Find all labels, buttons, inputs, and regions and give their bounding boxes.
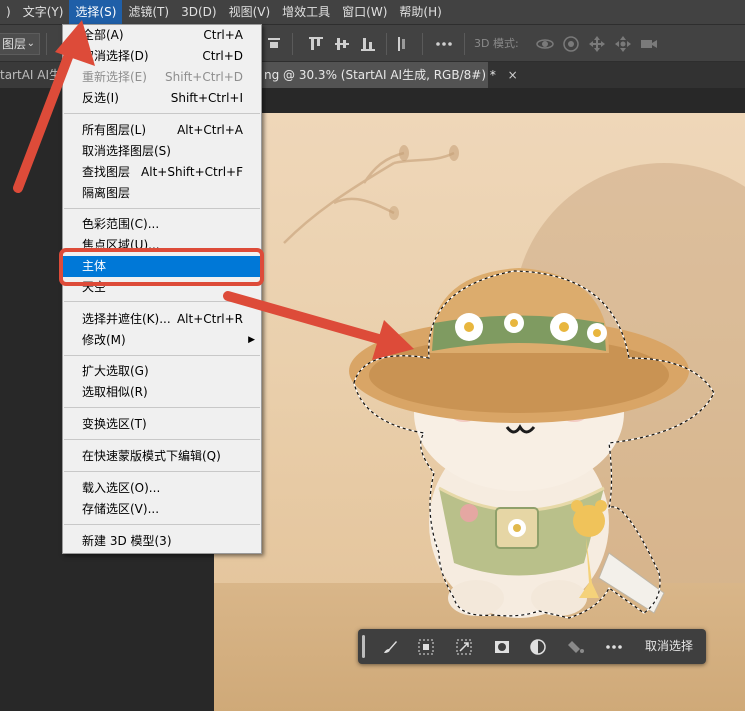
menu-option-isolate-layers[interactable]: 隔离图层 — [63, 183, 261, 204]
menu-option-reselect: 重新选择(E) Shift+Ctrl+D — [82, 70, 243, 84]
menu-item-filter[interactable]: 滤镜(T) — [122, 0, 175, 24]
more-options-icon[interactable] — [434, 34, 454, 54]
plush-bear-image — [349, 268, 715, 619]
orbit-3d-icon[interactable] — [535, 34, 555, 54]
menu-separator — [64, 113, 260, 114]
menu-option-select-all[interactable]: 全部(A) Ctrl+A — [63, 25, 261, 46]
more-icon[interactable] — [604, 637, 624, 657]
menu-option-color-range[interactable]: 色彩范围(C)... — [63, 214, 261, 235]
menu-bar: ) 文字(Y) 选择(S) 滤镜(T) 3D(D) 视图(V) 增效工具 窗口(… — [0, 0, 745, 24]
menu-separator — [64, 355, 260, 356]
drag-handle-icon[interactable] — [362, 635, 365, 658]
menu-separator — [64, 524, 260, 525]
menu-item-window[interactable]: 窗口(W) — [336, 0, 393, 24]
close-icon[interactable]: × — [508, 68, 518, 82]
align-top-edges-icon[interactable] — [306, 34, 326, 54]
toolbar-divider — [422, 33, 423, 55]
transform-icon[interactable] — [454, 637, 474, 657]
menu-option-new-3d-model[interactable]: 新建 3D 模型(3) — [63, 531, 261, 552]
menu-option-select-and-mask[interactable]: 选择并遮住(K)... Alt+Ctrl+R — [63, 309, 261, 330]
menu-option-modify[interactable]: 修改(M) ▶ — [63, 330, 261, 351]
menu-separator — [64, 208, 260, 209]
menu-item-plugins[interactable]: 增效工具 — [276, 0, 336, 24]
toolbar-divider — [464, 33, 465, 55]
menu-item-layer-partial[interactable]: ) — [0, 0, 17, 24]
align-vertical-centers-icon[interactable] — [332, 34, 352, 54]
add-mask-icon[interactable] — [492, 637, 512, 657]
menu-option-quick-mask[interactable]: 在快速蒙版模式下编辑(Q) — [63, 446, 261, 467]
document-canvas[interactable] — [214, 113, 745, 711]
pan-3d-icon[interactable] — [587, 34, 607, 54]
select-menu-dropdown: 全部(A) Ctrl+A 取消选择(D) Ctrl+D 重新选择(E) Shif… — [62, 24, 262, 554]
menu-option-find-layers[interactable]: 查找图层 Alt+Shift+Ctrl+F — [63, 162, 261, 183]
menu-option-grow[interactable]: 扩大选取(G) — [63, 361, 261, 382]
slide-3d-icon[interactable] — [613, 34, 633, 54]
align-bottom-edges-icon[interactable] — [358, 34, 378, 54]
fill-icon[interactable] — [566, 637, 586, 657]
menu-option-save-selection[interactable]: 存储选区(V)... — [63, 499, 261, 520]
contextual-task-bar: 取消选择 — [358, 629, 706, 664]
menu-separator — [64, 439, 260, 440]
adjustment-icon[interactable] — [528, 637, 548, 657]
document-tab-label: ng @ 30.3% (StartAI AI生成, RGB/8#) * — [264, 68, 496, 82]
toolbar-divider — [46, 33, 47, 55]
menu-item-help[interactable]: 帮助(H) — [393, 0, 447, 24]
menu-option-load-selection[interactable]: 载入选区(O)... — [63, 478, 261, 499]
document-tab-active[interactable]: ng @ 30.3% (StartAI AI生成, RGB/8#) * × — [258, 62, 518, 88]
align-left-edges-icon[interactable] — [392, 34, 412, 54]
menu-separator — [64, 301, 260, 302]
auto-select-value: 图层 — [2, 37, 27, 51]
submenu-arrow-icon: ▶ — [248, 335, 255, 345]
menu-item-select[interactable]: 选择(S) — [69, 0, 123, 24]
menu-option-deselect[interactable]: 取消选择(D) Ctrl+D — [63, 46, 261, 67]
annotation-highlight-box — [59, 248, 264, 286]
photoshop-window: ) 文字(Y) 选择(S) 滤镜(T) 3D(D) 视图(V) 增效工具 窗口(… — [0, 0, 745, 711]
menu-option-inverse[interactable]: 反选(I) Shift+Ctrl+I — [63, 88, 261, 109]
menu-item-view[interactable]: 视图(V) — [223, 0, 277, 24]
menu-option-transform-selection[interactable]: 变换选区(T) — [63, 414, 261, 435]
camera-3d-icon[interactable] — [639, 34, 659, 54]
menu-separator — [64, 471, 260, 472]
menu-separator — [64, 407, 260, 408]
auto-select-dropdown[interactable]: 图层 ⌄ — [0, 33, 40, 55]
menu-option-deselect-layers[interactable]: 取消选择图层(S) — [63, 141, 261, 162]
roll-3d-icon[interactable] — [561, 34, 581, 54]
menu-item-3d[interactable]: 3D(D) — [175, 0, 222, 24]
toolbar-divider — [292, 33, 293, 55]
menu-option-similar[interactable]: 选取相似(R) — [63, 382, 261, 403]
deselect-button[interactable]: 取消选择 — [645, 629, 693, 664]
menu-item-type[interactable]: 文字(Y) — [17, 0, 70, 24]
document-tab-label: tartAI AI生 — [0, 68, 62, 82]
mask-icon[interactable] — [416, 637, 436, 657]
mode-3d-label: 3D 模式: — [474, 37, 519, 50]
align-top-icon[interactable] — [264, 34, 284, 54]
menu-option-all-layers[interactable]: 所有图层(L) Alt+Ctrl+A — [63, 120, 261, 141]
chevron-down-icon: ⌄ — [26, 38, 35, 49]
toolbar-divider — [386, 33, 387, 55]
document-tab[interactable]: tartAI AI生 — [0, 62, 64, 88]
brush-icon[interactable] — [380, 637, 400, 657]
